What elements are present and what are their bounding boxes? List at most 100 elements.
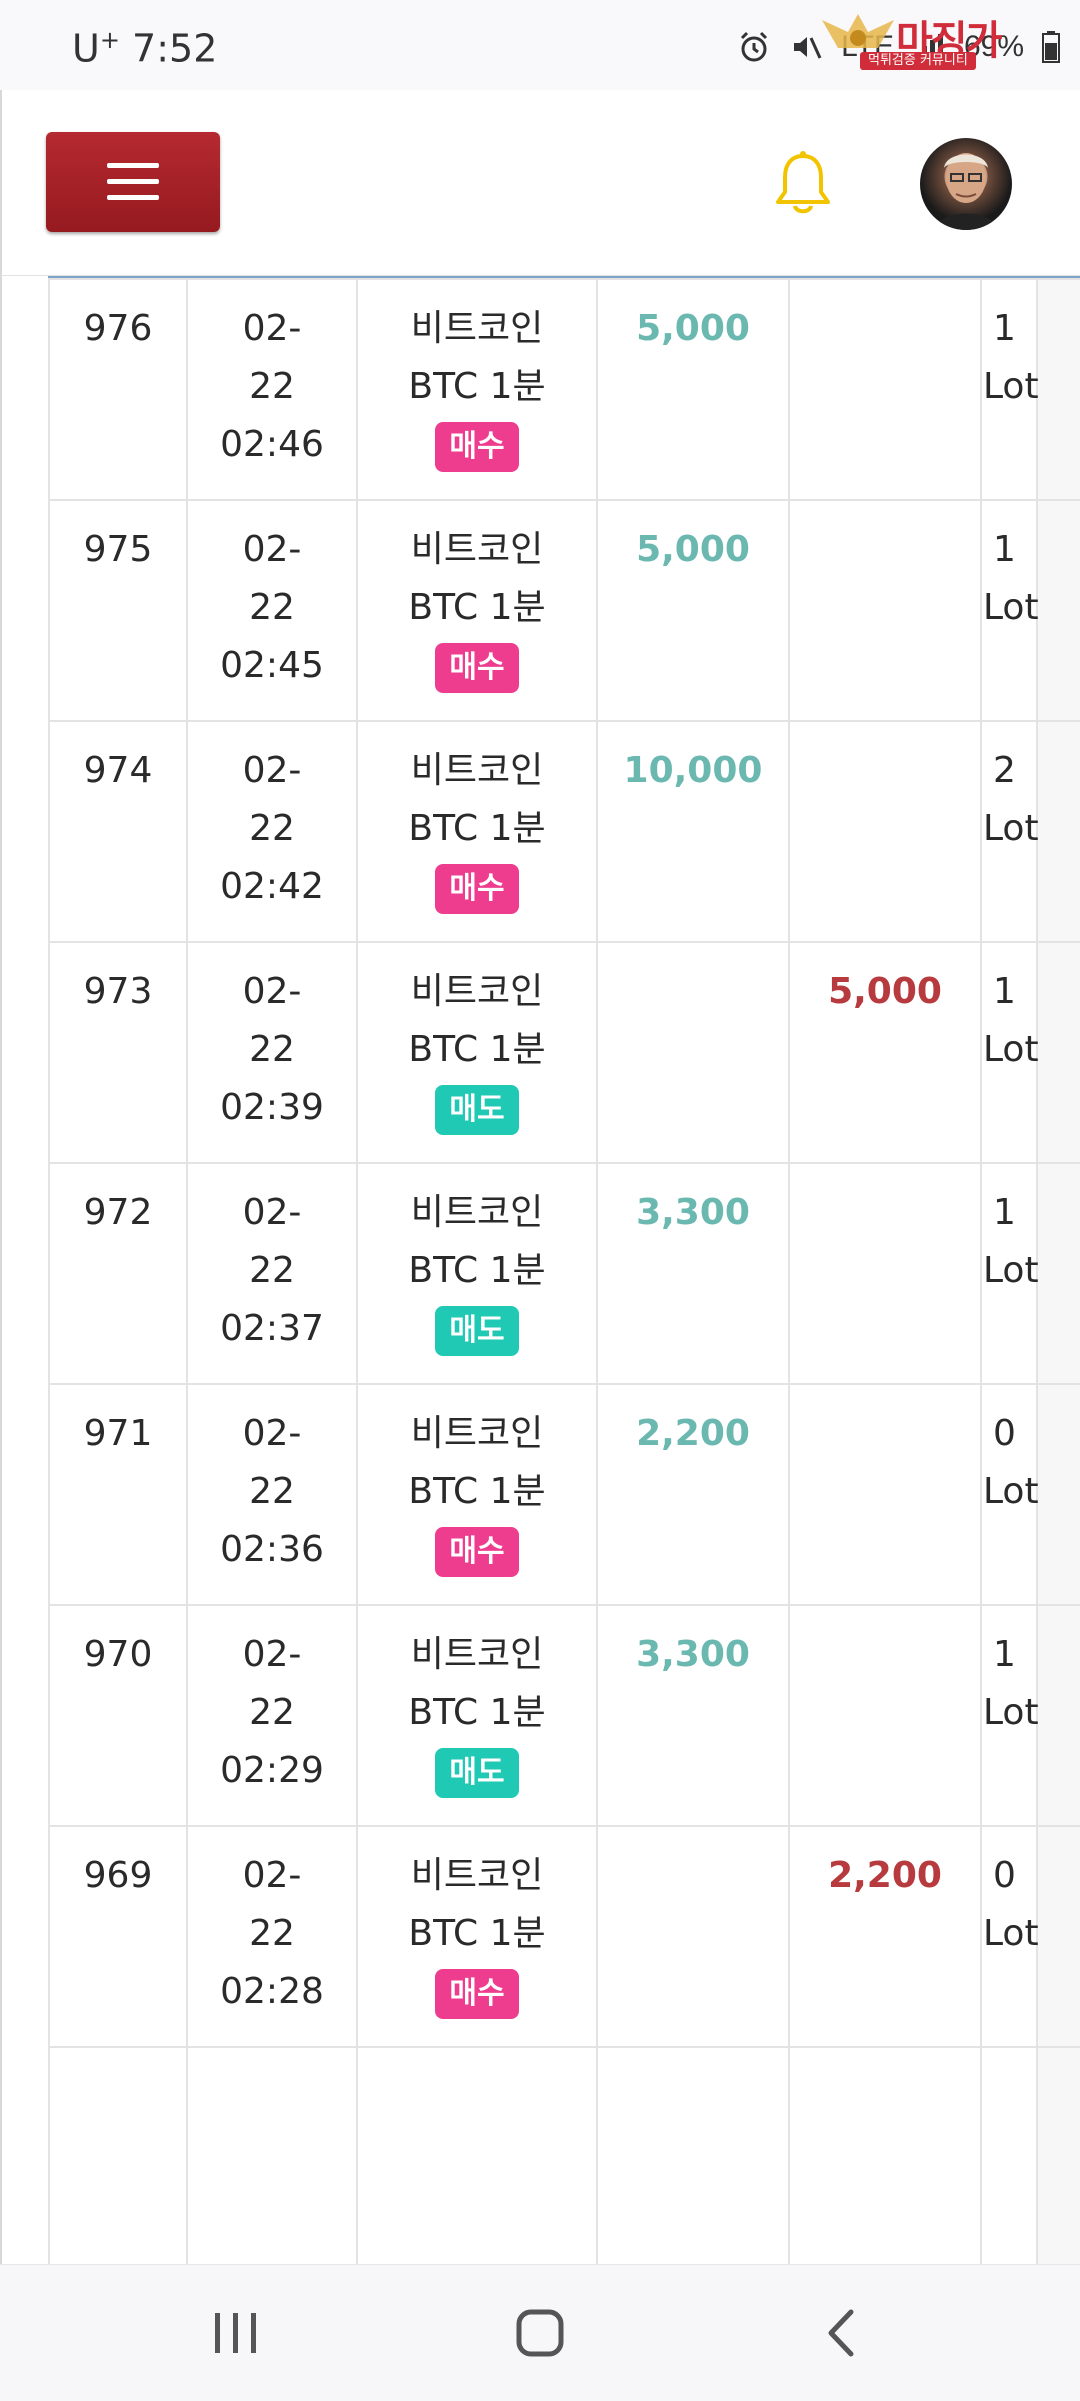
lot-unit: Lot bbox=[983, 1692, 1039, 1733]
buy-amount-cell: 3,300 bbox=[596, 1604, 790, 1827]
buy-amount-cell: 3,300 bbox=[596, 1162, 790, 1385]
extra-column-cell bbox=[1036, 278, 1080, 501]
lot-quantity: 1 Lot bbox=[980, 278, 1039, 501]
table-row[interactable]: 976 02- 22 02:46 비트코인 BTC 1분 매수 5,000 1 Lot bbox=[48, 278, 1080, 501]
buy-amount-cell bbox=[596, 1825, 790, 2048]
back-button[interactable] bbox=[800, 2301, 880, 2365]
buy-amount: 5,000 bbox=[636, 308, 750, 349]
trade-product: 비트코인 BTC 1분 매수 bbox=[356, 499, 598, 722]
buy-amount-cell: 10,000 bbox=[596, 720, 790, 943]
trade-number: 975 bbox=[48, 499, 188, 722]
trade-date: 02- bbox=[242, 529, 302, 570]
lot-quantity: 1 Lot bbox=[980, 1604, 1039, 1827]
watermark-logo: 마징가 먹튀검증 커뮤니티 bbox=[818, 4, 1068, 70]
table-row[interactable]: 973 02- 22 02:39 비트코인 BTC 1분 매도 5,000 1 Lot bbox=[48, 941, 1080, 1164]
trade-datetime: 02- 22 02:29 bbox=[186, 1604, 358, 1827]
empty-cell bbox=[788, 2046, 982, 2264]
app-header bbox=[0, 90, 1080, 276]
recent-apps-button[interactable] bbox=[196, 2301, 276, 2365]
product-name: 비트코인 bbox=[410, 1855, 544, 1896]
lot-unit: Lot bbox=[983, 1029, 1039, 1070]
trade-date: 02- bbox=[242, 308, 302, 349]
lot-count: 0 bbox=[993, 1413, 1016, 1454]
buy-amount: 10,000 bbox=[623, 750, 763, 791]
trade-day: 22 bbox=[249, 587, 295, 628]
product-name: 비트코인 bbox=[410, 1634, 544, 1675]
lot-unit: Lot bbox=[983, 587, 1039, 628]
menu-button[interactable] bbox=[46, 132, 220, 232]
carrier-label: U bbox=[72, 26, 100, 71]
trade-time: 02:28 bbox=[220, 1971, 324, 2012]
bell-icon[interactable] bbox=[772, 150, 834, 218]
status-bar: U+ 7:52 LTE 69% 마징가 bbox=[0, 0, 1080, 90]
side-badge: 매도 bbox=[435, 1748, 519, 1798]
side-badge: 매수 bbox=[435, 1527, 519, 1577]
side-badge: 매도 bbox=[435, 1306, 519, 1356]
lot-count: 1 bbox=[993, 971, 1016, 1012]
lot-unit: Lot bbox=[983, 808, 1039, 849]
product-code: BTC 1분 bbox=[408, 1471, 546, 1512]
lot-unit: Lot bbox=[983, 1250, 1039, 1291]
product-code: BTC 1분 bbox=[408, 1250, 546, 1291]
trade-time: 02:45 bbox=[220, 645, 324, 686]
product-code: BTC 1분 bbox=[408, 1692, 546, 1733]
table-row[interactable]: 969 02- 22 02:28 비트코인 BTC 1분 매수 2,200 0 Lot bbox=[48, 1825, 1080, 2048]
trade-history-table[interactable]: 976 02- 22 02:46 비트코인 BTC 1분 매수 5,000 1 Lot 975 02-… bbox=[0, 276, 1080, 2264]
table-row[interactable]: 975 02- 22 02:45 비트코인 BTC 1분 매수 5,000 1 Lot bbox=[48, 499, 1080, 722]
table-row[interactable]: 971 02- 22 02:36 비트코인 BTC 1분 매수 2,200 0 Lot bbox=[48, 1383, 1080, 1606]
recent-apps-icon bbox=[215, 2313, 256, 2353]
lot-count: 1 bbox=[993, 1192, 1016, 1233]
lot-unit: Lot bbox=[983, 1913, 1039, 1954]
trade-product: 비트코인 BTC 1분 매수 bbox=[356, 720, 598, 943]
product-code: BTC 1분 bbox=[408, 587, 546, 628]
extra-column-cell bbox=[1036, 1383, 1080, 1606]
lot-quantity: 1 Lot bbox=[980, 499, 1039, 722]
extra-column-cell bbox=[1036, 941, 1080, 1164]
lot-quantity: 0 Lot bbox=[980, 1383, 1039, 1606]
trade-time: 02:29 bbox=[220, 1750, 324, 1791]
avatar[interactable] bbox=[920, 138, 1012, 230]
trade-datetime: 02- 22 02:45 bbox=[186, 499, 358, 722]
trade-time: 02:36 bbox=[220, 1529, 324, 1570]
table-row[interactable]: 972 02- 22 02:37 비트코인 BTC 1분 매도 3,300 1 Lot bbox=[48, 1162, 1080, 1385]
buy-amount: 3,300 bbox=[636, 1192, 750, 1233]
trade-number: 970 bbox=[48, 1604, 188, 1827]
back-icon bbox=[828, 2309, 854, 2357]
extra-column-cell bbox=[1036, 720, 1080, 943]
side-badge: 매수 bbox=[435, 643, 519, 693]
table-row-partial bbox=[48, 2046, 1080, 2264]
buy-amount: 5,000 bbox=[636, 529, 750, 570]
empty-cell bbox=[186, 2046, 358, 2264]
trade-datetime: 02- 22 02:39 bbox=[186, 941, 358, 1164]
sell-amount-cell: 2,200 bbox=[788, 1825, 982, 2048]
empty-cell bbox=[1036, 2046, 1080, 2264]
trade-datetime: 02- 22 02:36 bbox=[186, 1383, 358, 1606]
lot-quantity: 1 Lot bbox=[980, 941, 1039, 1164]
clock: 7:52 bbox=[132, 26, 218, 71]
table-row[interactable]: 970 02- 22 02:29 비트코인 BTC 1분매도 3,300 1 Lot bbox=[48, 1604, 1080, 1827]
buy-amount-cell: 2,200 bbox=[596, 1383, 790, 1606]
product-name: 비트코인 bbox=[410, 308, 544, 349]
sell-amount-cell bbox=[788, 720, 982, 943]
trade-number: 972 bbox=[48, 1162, 188, 1385]
lot-count: 1 bbox=[993, 1634, 1016, 1675]
alarm-icon bbox=[741, 31, 768, 62]
trade-date: 02- bbox=[242, 1634, 302, 1675]
empty-cell bbox=[596, 2046, 790, 2264]
sell-amount-cell bbox=[788, 1383, 982, 1606]
buy-amount: 3,300 bbox=[636, 1634, 750, 1675]
sell-amount-cell bbox=[788, 1604, 982, 1827]
sell-amount-cell: 5,000 bbox=[788, 941, 982, 1164]
buy-amount-cell bbox=[596, 941, 790, 1164]
product-name: 비트코인 bbox=[410, 1413, 544, 1454]
trades-table: 976 02- 22 02:46 비트코인 BTC 1분 매수 5,000 1 Lot 975 02-… bbox=[48, 278, 1080, 2264]
trade-day: 22 bbox=[249, 808, 295, 849]
lot-quantity: 2 Lot bbox=[980, 720, 1039, 943]
trade-day: 22 bbox=[249, 1029, 295, 1070]
lot-unit: Lot bbox=[983, 366, 1039, 407]
buy-amount: 2,200 bbox=[636, 1413, 750, 1454]
lot-count: 1 bbox=[993, 529, 1016, 570]
table-row[interactable]: 974 02- 22 02:42 비트코인 BTC 1분 매수 10,000 2 Lot bbox=[48, 720, 1080, 943]
buy-amount-cell: 5,000 bbox=[596, 499, 790, 722]
home-button[interactable] bbox=[500, 2301, 580, 2365]
